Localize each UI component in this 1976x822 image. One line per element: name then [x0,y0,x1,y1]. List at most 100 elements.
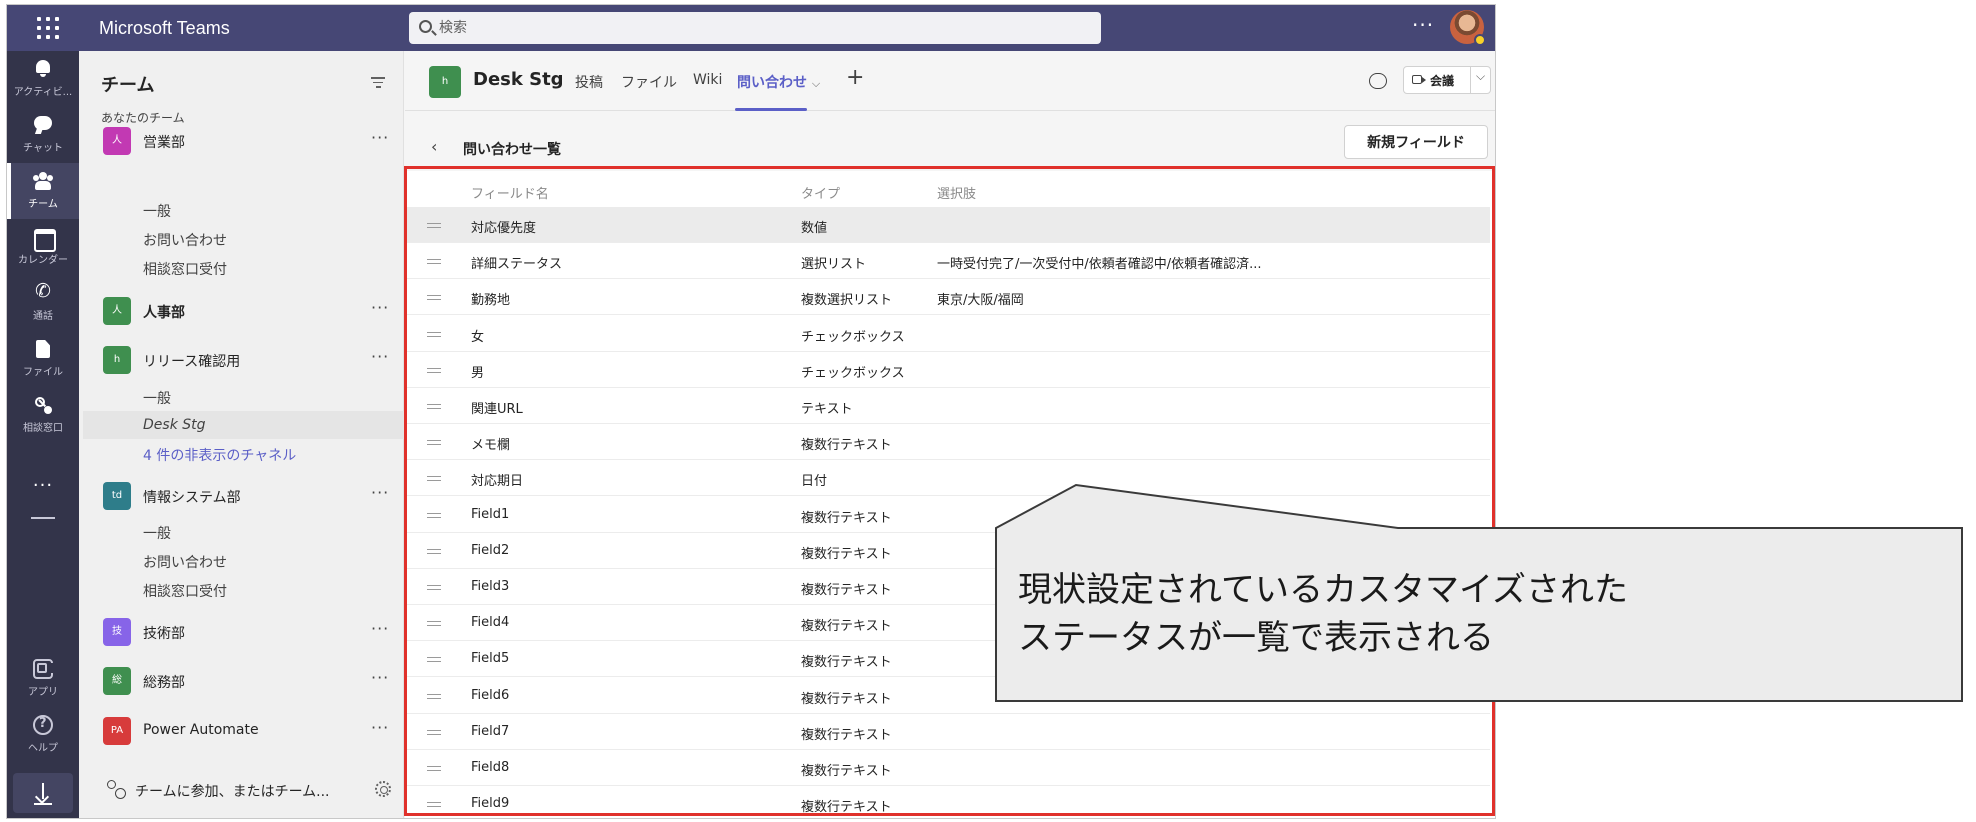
drag-handle-icon[interactable] [427,548,441,554]
column-header-name[interactable]: フィールド名 [471,183,549,202]
team-more-icon[interactable]: ··· [371,347,389,366]
table-row[interactable]: Field9 複数行テキスト [405,786,1490,818]
field-options-cell: 一時受付完了/一次受付中/依頼者確認中/依頼者確認済... [937,257,1262,273]
filter-icon[interactable] [371,77,385,88]
team-row-it[interactable]: td 情報システム部 ··· [79,479,404,513]
rail-item-label: チーム [28,199,58,210]
chevron-down-icon: ⌵ [811,77,821,90]
team-more-icon[interactable]: ··· [371,483,389,502]
new-field-button[interactable]: 新規フィールド [1344,125,1488,159]
join-team-link[interactable]: チームに参加、またはチーム... [135,781,330,801]
app-launcher-icon[interactable] [37,17,59,39]
drag-handle-icon[interactable] [427,693,441,699]
add-tab-icon[interactable]: + [846,65,864,90]
drag-handle-icon[interactable] [427,259,441,265]
team-more-icon[interactable]: ··· [371,619,389,638]
table-row[interactable]: 勤務地 複数選択リスト 東京/大阪/福岡 [405,279,1490,316]
drag-handle-icon[interactable] [427,223,441,228]
rail-item-chat[interactable]: チャット [7,107,79,163]
team-row-sales[interactable]: 人 営業部 ··· [79,124,404,158]
rail-item-apps[interactable]: アプリ [7,651,79,707]
team-row-release[interactable]: h リリース確認用 ··· [79,343,404,377]
meet-button[interactable]: 会議 ⌵ [1403,66,1491,94]
rail-item-helpdesk[interactable]: 相談窓口 [7,387,79,443]
team-tile: 人 [103,127,131,155]
more-options-icon[interactable]: ··· [1412,13,1434,37]
search-box[interactable] [409,12,1101,44]
conversation-icon[interactable] [1369,73,1387,89]
table-row[interactable]: メモ欄 複数行テキスト [405,424,1490,461]
table-row[interactable]: 対応優先度 数値 [405,207,1490,243]
drag-handle-icon[interactable] [427,440,441,446]
table-row[interactable]: 女 チェックボックス [405,316,1490,352]
helpdesk-icon [33,395,53,415]
rail-item-teams[interactable]: チーム [7,163,79,219]
channel-item[interactable]: お問い合わせ [143,230,227,250]
channel-item[interactable]: 相談窓口受付 [143,581,227,601]
channel-item[interactable]: 一般 [143,201,171,221]
drag-handle-icon[interactable] [427,766,441,771]
column-header-type[interactable]: タイプ [801,183,840,202]
team-more-icon[interactable]: ··· [371,128,389,147]
field-type-cell: 複数行テキスト [801,727,892,743]
team-more-icon[interactable]: ··· [371,718,389,737]
team-more-icon[interactable]: ··· [371,298,389,317]
hidden-channels-link[interactable]: 4 件の非表示のチャネル [143,445,296,465]
table-row[interactable]: 関連URL テキスト [405,388,1490,424]
back-icon[interactable]: ‹ [431,137,437,156]
rail-item-calendar[interactable]: カレンダー [7,219,79,275]
drag-handle-icon[interactable] [427,295,441,301]
chevron-down-icon[interactable]: ⌵ [1476,69,1485,84]
table-row[interactable]: Field7 複数行テキスト [405,714,1490,750]
team-row-power-automate[interactable]: PA Power Automate ··· [79,714,404,748]
channel-item-desk-stg[interactable]: Desk Stg [143,417,206,433]
more-apps-icon[interactable]: ··· [7,475,79,496]
team-row-hr[interactable]: 人 人事部 ··· [79,294,404,328]
table-row[interactable]: 詳細ステータス 選択リスト 一時受付完了/一次受付中/依頼者確認中/依頼者確認済..… [405,243,1490,280]
rail-item-files[interactable]: ファイル [7,331,79,387]
tab-inquiries[interactable]: 問い合わせ ⌵ [737,72,820,92]
drag-handle-icon[interactable] [427,476,441,482]
drag-handle-icon[interactable] [427,512,441,518]
drag-handle-icon[interactable] [427,367,441,373]
team-name: 技術部 [143,626,185,642]
channel-item[interactable]: 一般 [143,388,171,408]
channel-item[interactable]: 一般 [143,523,171,543]
gear-icon[interactable] [375,781,391,797]
tab-posts[interactable]: 投稿 [575,72,603,92]
channel-item[interactable]: 相談窓口受付 [143,259,227,279]
table-row[interactable]: 男 チェックボックス [405,352,1490,388]
table-row[interactable]: 対応期日 日付 [405,460,1490,497]
drag-handle-icon[interactable] [427,621,441,627]
rail-item-calls[interactable]: 通話 [7,275,79,331]
rail-item-activity[interactable]: アクティビ... [7,51,79,107]
table-row[interactable]: Field6 複数行テキスト [405,678,1490,714]
drag-handle-icon[interactable] [427,585,441,590]
team-row-general-affairs[interactable]: 総 総務部 ··· [79,664,404,698]
avatar[interactable] [1450,10,1486,46]
channel-item[interactable]: お問い合わせ [143,552,227,572]
drag-handle-icon[interactable] [427,802,441,808]
field-name-cell: 女 [471,329,485,345]
table-row[interactable]: Field8 複数行テキスト [405,750,1490,786]
team-more-icon[interactable]: ··· [371,668,389,687]
drag-handle-icon[interactable] [427,331,441,337]
team-row-engineering[interactable]: 技 技術部 ··· [79,615,404,649]
channel-item-selected[interactable] [83,411,404,439]
tab-wiki[interactable]: Wiki [693,72,722,88]
search-input[interactable] [439,16,1079,40]
title-bar: Microsoft Teams ··· [7,5,1495,51]
drag-handle-icon[interactable] [427,657,441,663]
rail-item-help[interactable]: ヘルプ [7,707,79,763]
table-row[interactable]: Field1 複数行テキスト [405,497,1490,533]
tab-files[interactable]: ファイル [621,72,677,92]
app-rail: アクティビ... チャット チーム カレンダー 通話 ファイル 相談窓口 ··· [7,51,79,818]
download-icon[interactable] [13,773,73,813]
table-row[interactable]: Field2 複数行テキスト [405,533,1490,569]
camera-icon [1412,75,1426,84]
column-header-options[interactable]: 選択肢 [937,183,976,202]
drag-handle-icon[interactable] [427,729,441,735]
team-name: 総務部 [143,675,185,691]
rail-item-label: チャット [23,143,63,154]
drag-handle-icon[interactable] [427,404,441,409]
